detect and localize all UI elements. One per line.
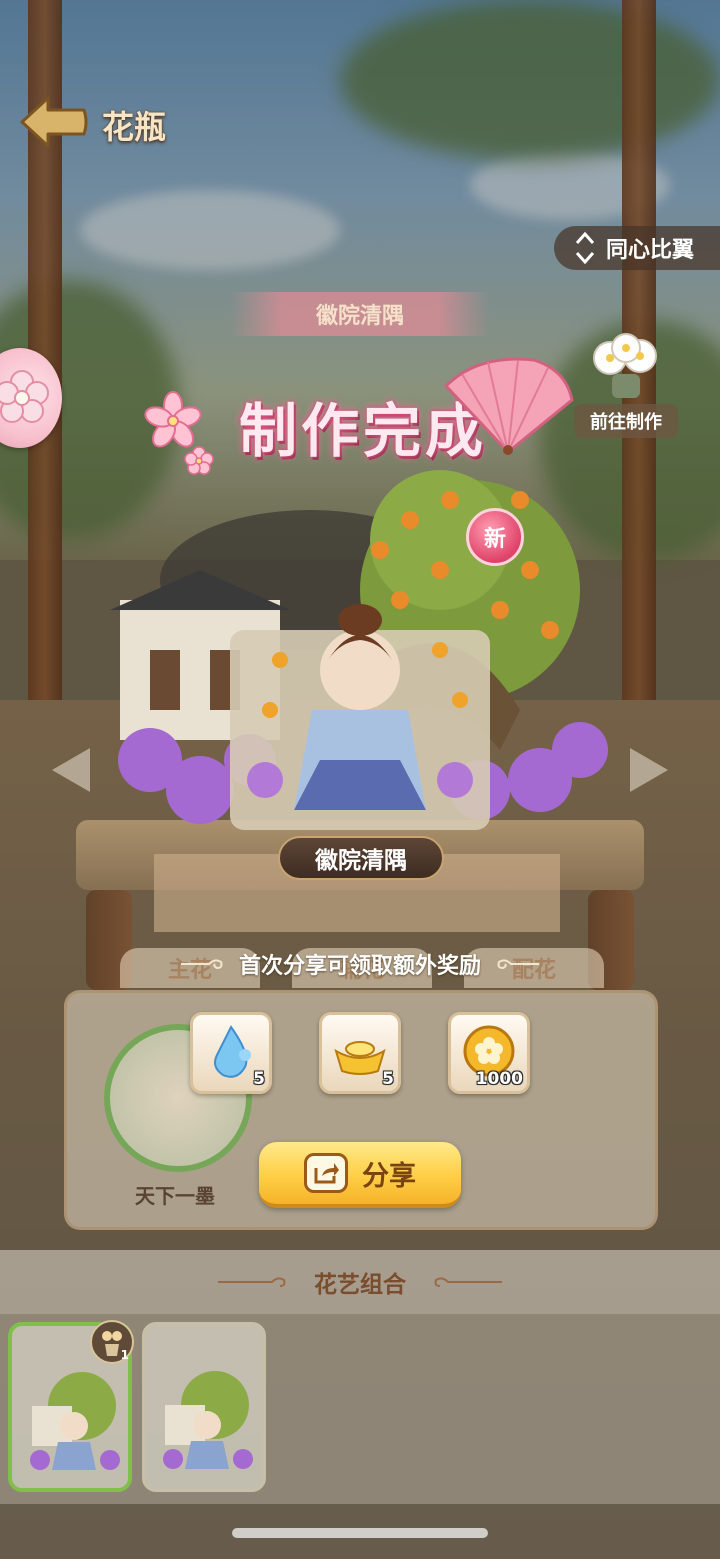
next-arrow-icon[interactable] [620,740,680,800]
pair-switch-label: 同心比翼 [606,238,695,263]
vase-count-badge: 1 [90,1320,134,1364]
previous-arrow-icon[interactable] [40,740,100,800]
reward-count: 5 [253,1069,265,1089]
share-button[interactable]: 分享 [259,1142,461,1208]
flower-combo-header: 花艺组合 [0,1250,720,1314]
swirl-right-icon [434,1277,502,1287]
reward-item: 5 [190,1012,272,1094]
combo-card[interactable] [142,1322,266,1492]
page-title: 花瓶 [102,108,167,146]
new-badge: 新 [466,508,524,566]
cloud-swirl-left-icon [180,959,223,970]
arrangement-name-plate: 徽院清隅 [278,836,444,880]
back-arrow-icon[interactable] [18,92,90,152]
arrangement-name-banner: 徽院清隅 [230,292,490,336]
main-flower-name: 天下一墨 [135,1184,215,1208]
flower-icon [0,370,49,423]
home-indicator[interactable] [232,1528,488,1538]
goto-make-label: 前往制作 [574,404,678,438]
flower-combo-title: 花艺组合 [314,1272,406,1298]
flower-arrangement-artwork [110,470,608,830]
reward-count: 5 [382,1069,394,1089]
reward-count: 1000 [475,1069,523,1089]
swap-vertical-icon [575,231,595,265]
folding-fan-icon [443,357,574,455]
swirl-left-icon [218,1277,286,1287]
share-icon [304,1153,348,1193]
flower-vase-icon [593,333,657,398]
share-reward-text: 首次分享可领取额外奖励 [238,954,481,979]
reward-item: 5 [319,1012,401,1094]
pair-switch-button[interactable]: 同心比翼 [554,226,720,270]
share-reward-prompt: 首次分享可领取额外奖励 [110,944,610,984]
arrangement-thumbnail [30,1372,120,1470]
share-button-label: 分享 [362,1160,416,1192]
arrangement-thumbnail [163,1371,253,1469]
reward-item: 1000 [448,1012,530,1094]
side-flower-badge[interactable] [0,348,62,448]
cloud-swirl-right-icon [497,959,539,970]
goto-make-button[interactable]: 前往制作 [574,330,678,440]
vase-count: 1 [120,1348,129,1362]
